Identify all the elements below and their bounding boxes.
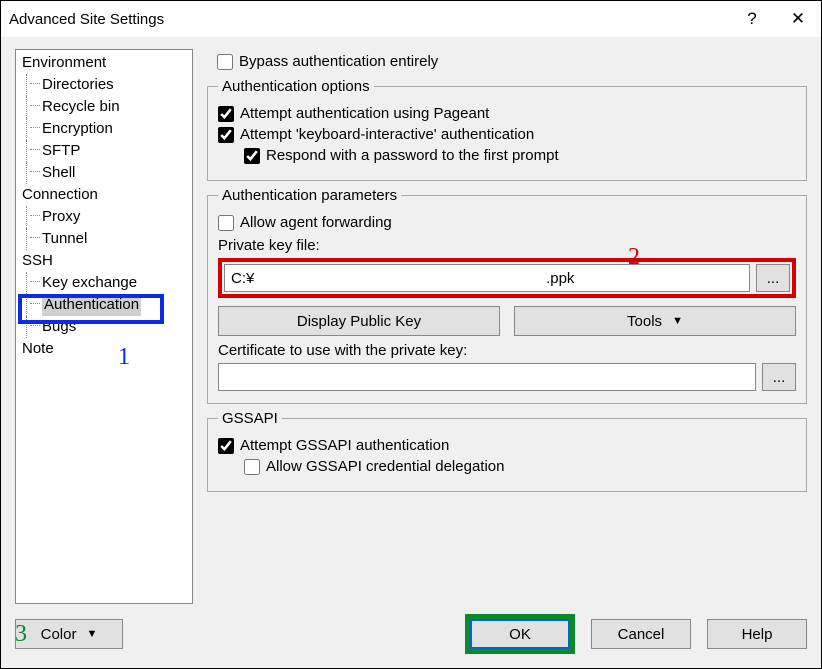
display-public-key-button[interactable]: Display Public Key: [218, 306, 500, 336]
gssapi-legend: GSSAPI: [218, 410, 282, 427]
window-title: Advanced Site Settings: [9, 11, 729, 28]
tree-item-authentication[interactable]: Authentication: [20, 294, 192, 316]
close-button[interactable]: ✕: [775, 1, 821, 37]
tree-item-ssh[interactable]: SSH: [20, 250, 192, 272]
bottom-bar: Color▼ 3 OK Cancel Help: [1, 612, 821, 668]
tree-item-connection[interactable]: Connection: [20, 184, 192, 206]
help-button-bottom[interactable]: Help: [707, 619, 807, 649]
keyboard-interactive-checkbox[interactable]: [218, 127, 234, 143]
tree-item-directories[interactable]: Directories: [20, 74, 192, 96]
title-bar: Advanced Site Settings ? ✕: [1, 1, 821, 37]
keyboard-interactive-label: Attempt 'keyboard-interactive' authentic…: [240, 126, 534, 143]
tree-item-tunnel[interactable]: Tunnel: [20, 228, 192, 250]
certificate-label: Certificate to use with the private key:: [218, 342, 796, 359]
cancel-button[interactable]: Cancel: [591, 619, 691, 649]
auth-options-legend: Authentication options: [218, 78, 374, 95]
bypass-auth-checkbox[interactable]: [217, 54, 233, 70]
close-icon: ✕: [791, 9, 805, 29]
allow-forwarding-checkbox[interactable]: [218, 215, 234, 231]
tree-item-bugs[interactable]: Bugs: [20, 316, 192, 338]
nav-tree[interactable]: Environment Directories Recycle bin Encr…: [15, 49, 193, 604]
annotation-box-3: OK: [465, 614, 575, 654]
private-key-input[interactable]: [224, 264, 750, 292]
gssapi-attempt-label: Attempt GSSAPI authentication: [240, 437, 449, 454]
respond-password-checkbox[interactable]: [244, 148, 260, 164]
chevron-down-icon: ▼: [672, 315, 683, 327]
auth-params-legend: Authentication parameters: [218, 187, 401, 204]
tools-button[interactable]: Tools▼: [514, 306, 796, 336]
pageant-label: Attempt authentication using Pageant: [240, 105, 489, 122]
help-button[interactable]: ?: [729, 1, 775, 37]
tree-item-recycle-bin[interactable]: Recycle bin: [20, 96, 192, 118]
auth-options-group: Authentication options Attempt authentic…: [207, 78, 807, 181]
color-button[interactable]: Color▼: [15, 619, 123, 649]
gssapi-delegate-checkbox[interactable]: [244, 459, 260, 475]
tree-item-shell[interactable]: Shell: [20, 162, 192, 184]
gssapi-attempt-checkbox[interactable]: [218, 438, 234, 454]
respond-password-label: Respond with a password to the first pro…: [266, 147, 559, 164]
allow-forwarding-label: Allow agent forwarding: [240, 214, 392, 231]
tree-item-environment[interactable]: Environment: [20, 52, 192, 74]
gssapi-delegate-label: Allow GSSAPI credential delegation: [266, 458, 504, 475]
chevron-down-icon: ▼: [86, 628, 97, 640]
certificate-browse-button[interactable]: ...: [762, 363, 796, 391]
bypass-auth-label: Bypass authentication entirely: [239, 53, 438, 70]
tree-item-proxy[interactable]: Proxy: [20, 206, 192, 228]
ok-button[interactable]: OK: [470, 619, 570, 649]
tree-panel: Environment Directories Recycle bin Encr…: [15, 49, 193, 604]
pageant-checkbox[interactable]: [218, 106, 234, 122]
settings-content: Bypass authentication entirely Authentic…: [207, 49, 807, 604]
tree-item-sftp[interactable]: SFTP: [20, 140, 192, 162]
tree-item-note[interactable]: Note: [20, 338, 192, 360]
gssapi-group: GSSAPI Attempt GSSAPI authentication All…: [207, 410, 807, 492]
auth-params-group: Authentication parameters Allow agent fo…: [207, 187, 807, 404]
dialog-body: Environment Directories Recycle bin Encr…: [1, 37, 821, 612]
certificate-input[interactable]: [218, 363, 756, 391]
private-key-browse-button[interactable]: ...: [756, 264, 790, 292]
private-key-label: Private key file:: [218, 237, 796, 254]
tree-item-encryption[interactable]: Encryption: [20, 118, 192, 140]
annotation-box-2: ...: [218, 258, 796, 298]
tree-item-key-exchange[interactable]: Key exchange: [20, 272, 192, 294]
